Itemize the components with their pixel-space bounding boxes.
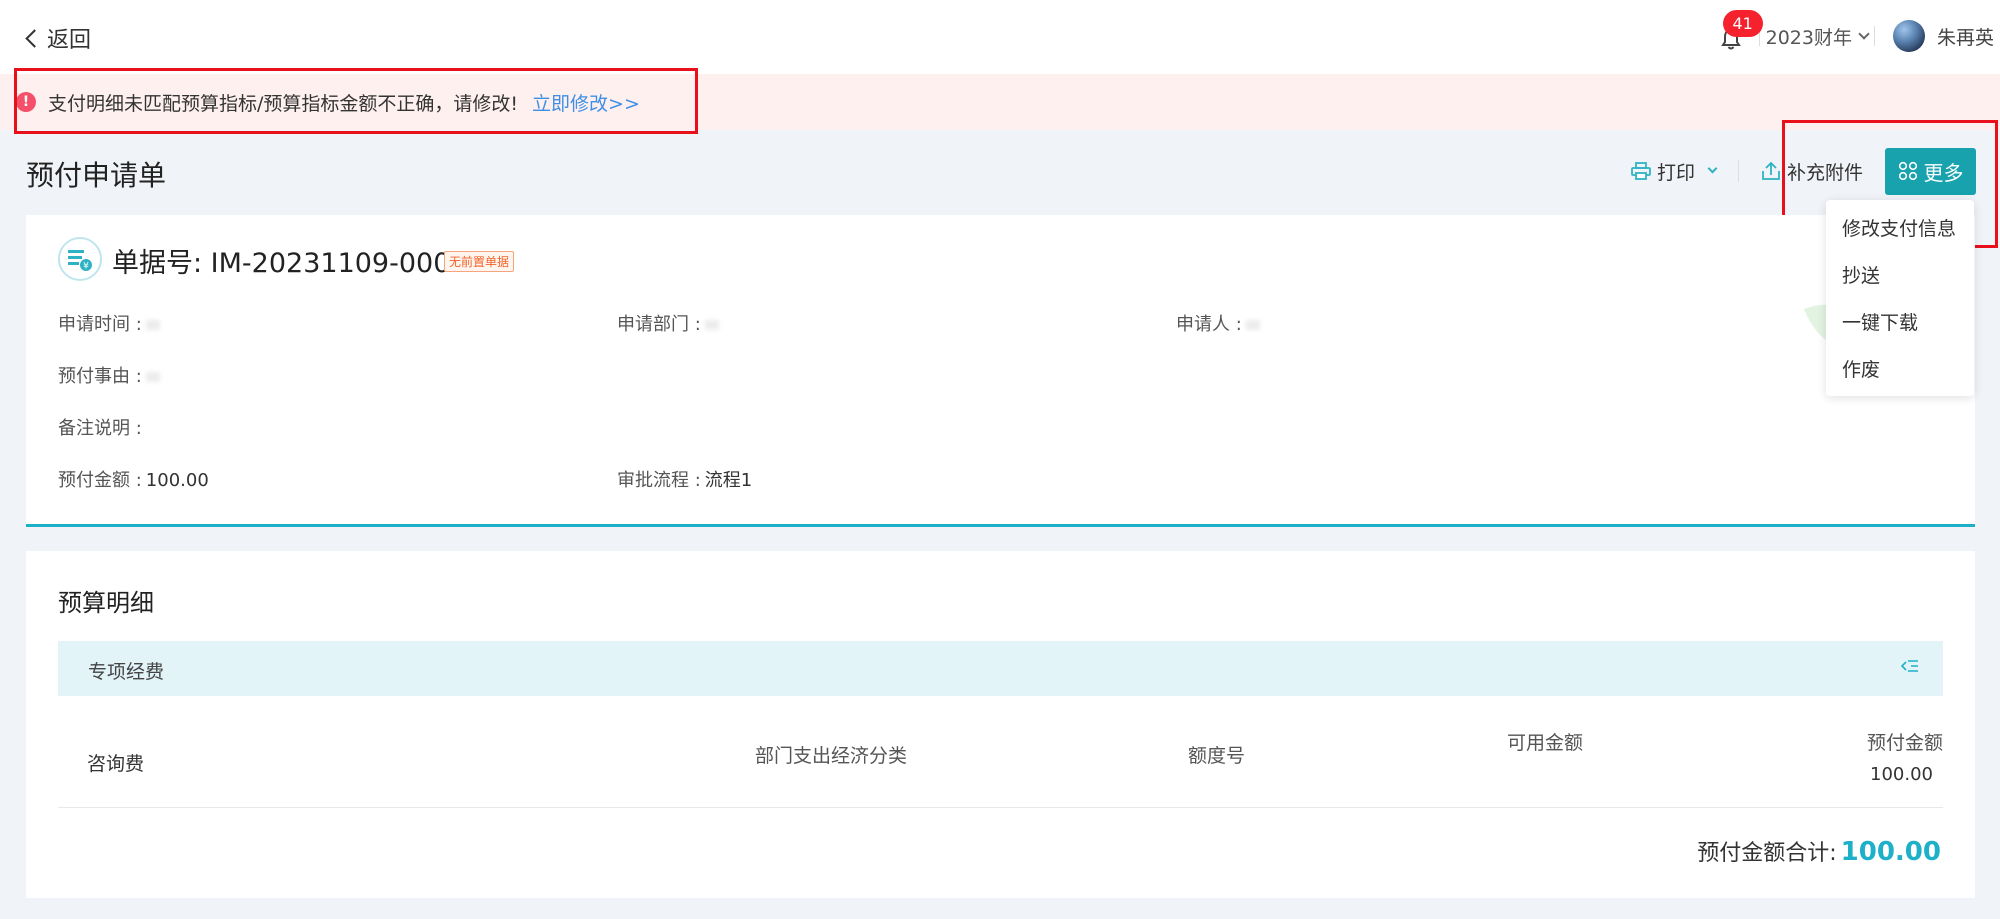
col-prepay: 预付金额 [1866, 732, 1943, 754]
back-button[interactable]: 返回 [25, 22, 92, 54]
flow-label: 审批流程 : [617, 470, 701, 491]
more-menu: 修改支付信息 抄送 一键下载 作废 [1826, 200, 1974, 396]
col-quota-no: 额度号 [1188, 745, 1246, 767]
budget-card: 预算明细 专项经费 咨询费 部门支出经济分类 额度号 可用金额 预付金额 100… [26, 551, 1975, 898]
printer-icon [1631, 162, 1651, 180]
collapse-icon[interactable] [1900, 658, 1919, 678]
applicant-label: 申请人 : [1176, 314, 1242, 335]
row-name: 咨询费 [87, 753, 145, 775]
user-name[interactable]: 朱再英 [1937, 23, 1994, 50]
chevron-left-icon [25, 29, 44, 48]
amount-value: 100.00 [145, 470, 209, 491]
apply-time-label: 申请时间 : [58, 314, 142, 335]
print-button[interactable]: 打印 [1631, 158, 1718, 185]
amount-label: 预付金额 : [58, 470, 142, 491]
document-number: 单据号: IM-20231109-0001 [112, 248, 468, 279]
upload-icon [1762, 161, 1780, 180]
notification-bell[interactable]: 41 [1719, 10, 1763, 54]
doc-glyph: ¥ [68, 250, 92, 272]
print-label: 打印 [1656, 161, 1695, 184]
group-header: 专项经费 [58, 641, 1943, 696]
redacted-value [145, 372, 160, 382]
total-label: 预付金额合计: [1697, 841, 1837, 866]
svg-text:¥: ¥ [83, 262, 89, 272]
divider [1737, 160, 1739, 182]
field-amount: 预付金额 :100.00 [58, 466, 209, 492]
total-value: 100.00 [1840, 837, 1941, 867]
col-available: 可用金额 [1507, 732, 1584, 754]
redacted-value [145, 320, 160, 330]
menu-item-edit-payment[interactable]: 修改支付信息 [1826, 214, 1974, 261]
notification-count-badge: 41 [1722, 10, 1763, 37]
field-apply-dept: 申请部门 : [617, 310, 719, 336]
section-title: 预算明细 [58, 589, 154, 617]
chevron-down-icon [1858, 27, 1870, 40]
fiscal-year-label: 2023财年 [1765, 26, 1852, 49]
document-card: ¥ 单据号: IM-20231109-0001 无前置单据 申请时间 : 申请部… [26, 215, 1975, 527]
menu-item-download[interactable]: 一键下载 [1826, 308, 1974, 355]
status-badge: 无前置单据 [444, 251, 515, 272]
reason-label: 预付事由 : [58, 366, 142, 387]
field-applicant: 申请人 : [1176, 310, 1260, 336]
menu-item-cc[interactable]: 抄送 [1826, 261, 1974, 308]
back-label: 返回 [47, 28, 92, 53]
divider [1873, 26, 1875, 46]
prepay-value: 100.00 [1870, 764, 1933, 785]
menu-item-void[interactable]: 作废 [1826, 355, 1974, 402]
field-flow: 审批流程 : 流程1 [617, 466, 752, 492]
redacted-value [704, 320, 719, 330]
avatar[interactable] [1892, 20, 1925, 52]
row-divider [58, 807, 1943, 808]
redacted-value [1245, 320, 1260, 330]
collapse-glyph [1900, 660, 1918, 672]
user-area: 41 2023财年 朱再英 [1719, 10, 1994, 56]
page-title: 预付申请单 [26, 159, 167, 192]
chevron-down-icon [1707, 163, 1718, 174]
field-apply-time: 申请时间 : [58, 310, 160, 336]
group-label: 专项经费 [88, 661, 165, 683]
total-row: 预付金额合计: 100.00 [1697, 835, 1941, 867]
top-bar: 返回 41 2023财年 朱再英 [0, 0, 2000, 74]
field-remark: 备注说明 : [58, 414, 142, 440]
highlight-box-alert [14, 68, 698, 134]
field-reason: 预付事由 : [58, 362, 160, 388]
fiscal-year-select[interactable]: 2023财年 [1765, 23, 1870, 50]
col-econ-class: 部门支出经济分类 [755, 745, 908, 767]
document-icon: ¥ [58, 237, 102, 281]
apply-dept-label: 申请部门 : [617, 314, 701, 335]
flow-value[interactable]: 流程1 [705, 470, 752, 491]
remark-label: 备注说明 : [58, 418, 142, 439]
